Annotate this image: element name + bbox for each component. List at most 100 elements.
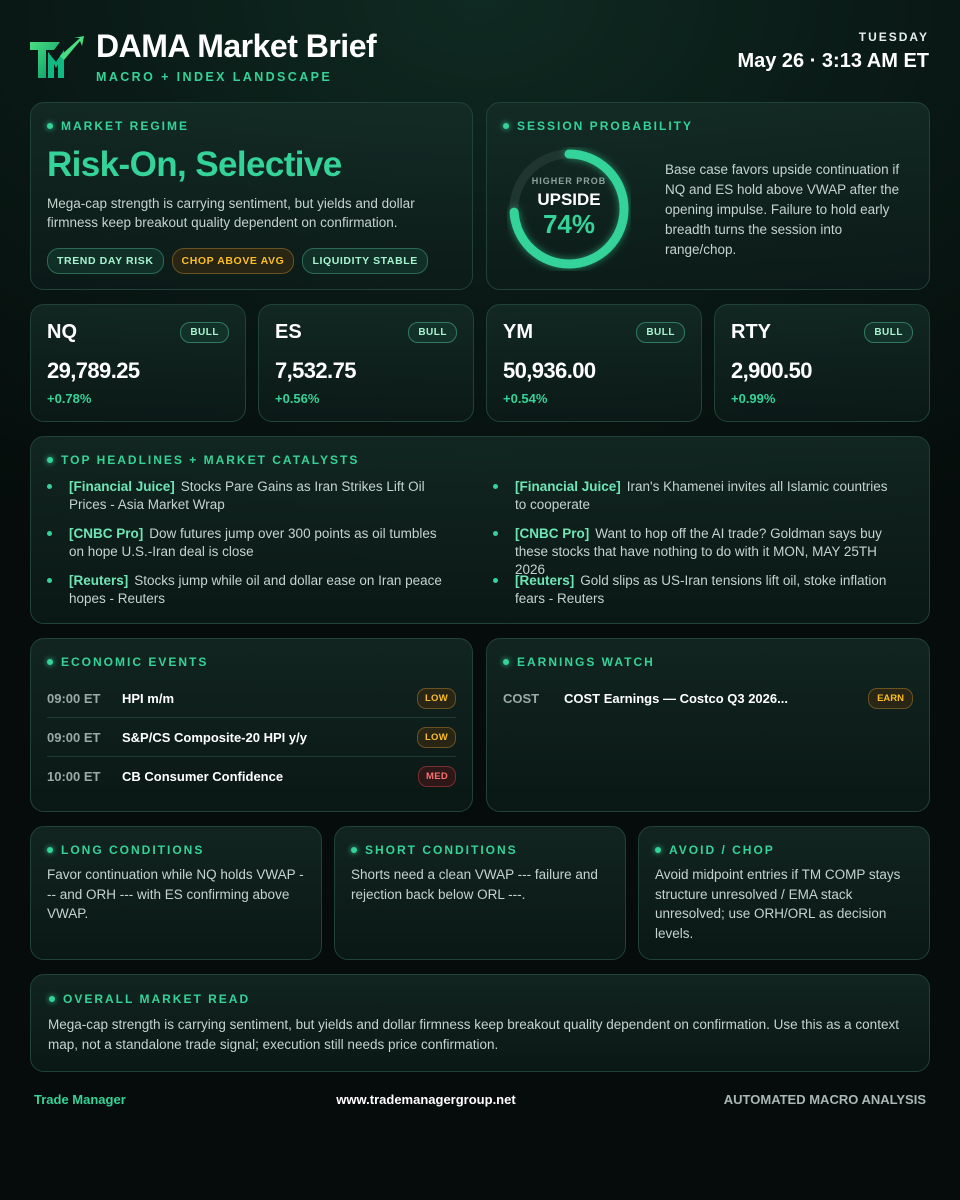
- economic-events-card: ECONOMIC EVENTS 09:00 ET HPI m/m LOW 09:…: [30, 638, 473, 812]
- footer-tagline: AUTOMATED MACRO ANALYSIS: [723, 1092, 926, 1107]
- avoid-chop-text: Avoid midpoint entries if TM COMP stays …: [655, 867, 901, 941]
- regime-chips: TREND DAY RISK CHOP ABOVE AVG LIQUIDITY …: [47, 248, 428, 274]
- earnings-name: COST Earnings — Costco Q3 2026...: [564, 691, 788, 706]
- headline-source: [CNBC Pro]: [69, 526, 144, 541]
- bullet-icon: [47, 578, 52, 583]
- index-change: +0.56%: [275, 391, 320, 406]
- section-label: SHORT CONDITIONS: [351, 843, 518, 857]
- index-card-es: ES BULL 7,532.75 +0.56%: [258, 304, 474, 422]
- long-conditions-text: Favor continuation while NQ holds VWAP -…: [47, 867, 304, 921]
- page-subtitle: MACRO + INDEX LANDSCAPE: [96, 70, 333, 84]
- dot-icon: [655, 847, 661, 853]
- headline-source: [CNBC Pro]: [515, 526, 590, 541]
- headline-source: [Reuters]: [69, 573, 129, 588]
- event-time: 10:00 ET: [47, 769, 101, 784]
- headline-source: [Financial Juice]: [69, 479, 175, 494]
- gauge-label: HIGHER PROB: [531, 176, 607, 186]
- section-label: OVERALL MARKET READ: [49, 992, 250, 1006]
- market-brief-page: { "header": { "title": "DAMA Market Brie…: [0, 0, 960, 1200]
- chip-liquidity-stable: LIQUIDITY STABLE: [302, 248, 428, 274]
- section-label: SESSION PROBABILITY: [503, 119, 693, 133]
- section-label: EARNINGS WATCH: [503, 655, 655, 669]
- chip-trend-day-risk: TREND DAY RISK: [47, 248, 164, 274]
- impact-badge: LOW: [416, 727, 456, 748]
- dot-icon: [503, 123, 509, 129]
- index-price: 7,532.75: [275, 358, 356, 383]
- regime-title: Risk-On, Selective: [47, 145, 342, 184]
- bias-badge: BULL: [636, 322, 685, 343]
- tm-logo-icon: [30, 36, 84, 78]
- probability-description: Base case favors upside continuation if …: [665, 162, 900, 257]
- dot-icon: [47, 659, 53, 665]
- dot-icon: [47, 457, 53, 463]
- bullet-icon: [493, 484, 498, 489]
- event-name: CB Consumer Confidence: [122, 769, 284, 784]
- bullet-icon: [47, 484, 52, 489]
- headline-item[interactable]: [CNBC Pro] Dow futures jump over 300 poin…: [47, 525, 447, 561]
- section-label: MARKET REGIME: [47, 119, 189, 133]
- regime-description: Mega-cap strength is carrying sentiment,…: [47, 196, 415, 230]
- dot-icon: [47, 847, 53, 853]
- earnings-watch-card: EARNINGS WATCH COST COST Earnings — Cost…: [486, 638, 930, 812]
- avoid-chop-card: AVOID / CHOP Avoid midpoint entries if T…: [638, 826, 930, 960]
- chip-chop-above-avg: CHOP ABOVE AVG: [171, 248, 295, 274]
- gauge-direction: UPSIDE: [537, 190, 601, 209]
- overall-market-read-text: Mega-cap strength is carrying sentiment,…: [48, 1017, 899, 1052]
- bullet-icon: [493, 531, 498, 536]
- index-name: ES: [275, 321, 302, 343]
- dot-icon: [49, 996, 55, 1002]
- dot-icon: [47, 123, 53, 129]
- headline-item[interactable]: [Reuters] Stocks jump while oil and dolla…: [47, 572, 447, 608]
- index-change: +0.78%: [47, 391, 92, 406]
- index-name: YM: [503, 321, 533, 343]
- event-time: 09:00 ET: [47, 691, 101, 706]
- event-row: 09:00 ET HPI m/m LOW: [47, 679, 456, 718]
- section-label: AVOID / CHOP: [655, 843, 775, 857]
- event-row: 10:00 ET CB Consumer Confidence MED: [47, 757, 456, 796]
- gauge-percent: 74%: [542, 209, 596, 239]
- short-conditions-text: Shorts need a clean VWAP --- failure and…: [351, 867, 598, 902]
- index-change: +0.99%: [731, 391, 776, 406]
- index-price: 2,900.50: [731, 358, 812, 383]
- section-label: TOP HEADLINES + MARKET CATALYSTS: [47, 453, 359, 467]
- headline-item[interactable]: [Financial Juice] Stocks Pare Gains as Ir…: [47, 478, 447, 514]
- bias-badge: BULL: [408, 322, 457, 343]
- index-price: 50,936.00: [503, 358, 596, 383]
- date-time: May 26 · 3:13 AM ET: [737, 50, 929, 72]
- event-name: HPI m/m: [122, 691, 175, 706]
- index-card-ym: YM BULL 50,936.00 +0.54%: [486, 304, 702, 422]
- bias-badge: BULL: [180, 322, 229, 343]
- market-regime-card: MARKET REGIME Risk-On, Selective Mega-ca…: [30, 102, 473, 290]
- headline-source: [Financial Juice]: [515, 479, 621, 494]
- bias-badge: BULL: [864, 322, 913, 343]
- headline-source: [Reuters]: [515, 573, 575, 588]
- page-title: DAMA Market Brief: [96, 28, 377, 64]
- headlines-card: TOP HEADLINES + MARKET CATALYSTS [Financ…: [30, 436, 930, 624]
- overall-market-read-card: OVERALL MARKET READ Mega-cap strength is…: [30, 974, 930, 1072]
- section-label: LONG CONDITIONS: [47, 843, 204, 857]
- long-conditions-card: LONG CONDITIONS Favor continuation while…: [30, 826, 322, 960]
- headline-item[interactable]: [Reuters] Gold slips as US-Iran tensions …: [493, 572, 893, 608]
- index-name: NQ: [47, 321, 77, 343]
- bullet-icon: [493, 578, 498, 583]
- impact-badge: MED: [417, 766, 456, 787]
- short-conditions-card: SHORT CONDITIONS Shorts need a clean VWA…: [334, 826, 626, 960]
- event-row: 09:00 ET S&P/CS Composite-20 HPI y/y LOW: [47, 718, 456, 757]
- index-change: +0.54%: [503, 391, 548, 406]
- earnings-ticker: COST: [503, 691, 540, 706]
- session-probability-card: SESSION PROBABILITY HIGHER PROB UPSIDE 7…: [486, 102, 930, 290]
- headline-item[interactable]: [Financial Juice] Iran's Khamenei invites…: [493, 478, 893, 514]
- index-name: RTY: [731, 321, 771, 343]
- event-name: S&P/CS Composite-20 HPI y/y: [122, 730, 307, 745]
- index-price: 29,789.25: [47, 358, 140, 383]
- index-card-nq: NQ BULL 29,789.25 +0.78%: [30, 304, 246, 422]
- dot-icon: [503, 659, 509, 665]
- earnings-badge: EARN: [868, 688, 913, 709]
- headline-item[interactable]: [CNBC Pro] Want to hop off the AI trade? …: [493, 525, 893, 579]
- index-card-rty: RTY BULL 2,900.50 +0.99%: [714, 304, 930, 422]
- event-time: 09:00 ET: [47, 730, 101, 745]
- impact-badge: LOW: [416, 688, 456, 709]
- section-label: ECONOMIC EVENTS: [47, 655, 208, 669]
- day-label: TUESDAY: [858, 30, 929, 44]
- dot-icon: [351, 847, 357, 853]
